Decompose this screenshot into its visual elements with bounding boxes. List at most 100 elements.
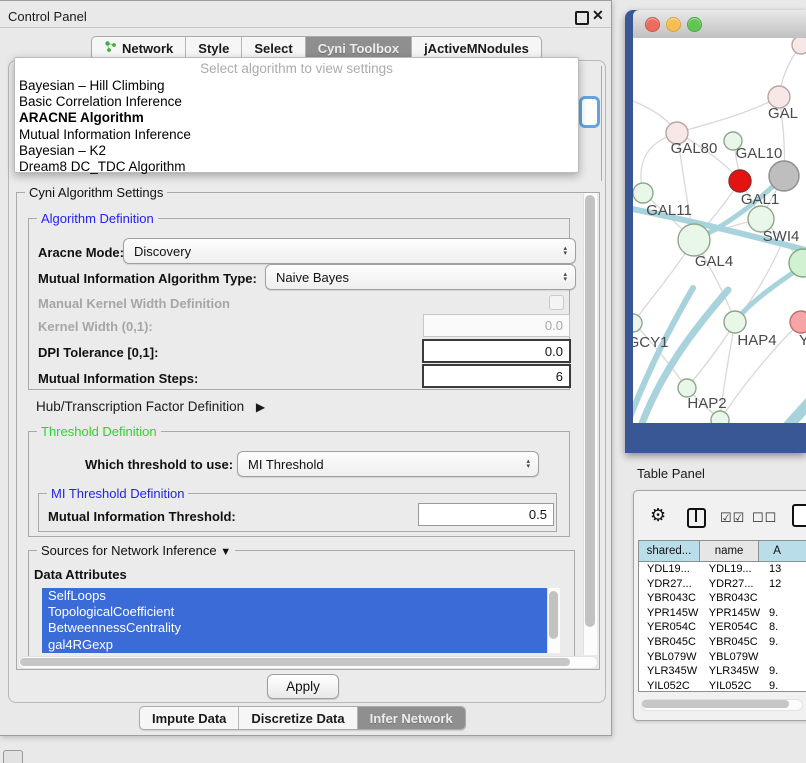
minimize-button[interactable] <box>666 17 681 32</box>
network-node[interactable] <box>729 170 751 192</box>
node-label-hap2: HAP2 <box>687 395 726 412</box>
list-scrollbar-thumb[interactable] <box>549 591 558 639</box>
column-header-name[interactable]: name <box>700 541 759 561</box>
table-row[interactable]: YER054CYER054C8. <box>639 620 806 635</box>
column-header-shared[interactable]: shared... <box>639 541 700 561</box>
table-row[interactable]: YBL079WYBL079W <box>639 650 806 665</box>
aracne-mode-label: Aracne Mode: <box>38 245 124 260</box>
table-cell: 9. <box>761 635 806 650</box>
mi-steps-field[interactable]: 6 <box>422 364 571 388</box>
tab-select-label: Select <box>254 41 292 56</box>
settings-scrollbar-thumb[interactable] <box>585 195 595 627</box>
table-cell: YBR043C <box>701 591 761 606</box>
attribute-item-gal4rgexp[interactable]: gal4RGexp <box>42 637 547 653</box>
node-table: shared...nameA YDL19...YDL19...13YDR27..… <box>638 540 806 692</box>
close-button[interactable] <box>645 17 660 32</box>
table-cell: YBL079W <box>701 650 761 665</box>
network-canvas[interactable]: GALGAL80GAL10GAL11GAL1SWI4GAL4GCY1HAP4YH… <box>633 38 806 423</box>
table-cell: YDL19... <box>639 562 701 577</box>
zoom-button[interactable] <box>687 17 702 32</box>
collapse-arrow-icon[interactable]: ▼ <box>220 546 231 558</box>
manual-kernel-checkbox[interactable] <box>549 295 564 310</box>
node-label-gal80: GAL80 <box>671 140 718 157</box>
tab-jactivemnodules-label: jActiveMNodules <box>424 41 529 56</box>
gear-icon[interactable]: ⚙ <box>650 505 666 526</box>
kernel-width-field[interactable]: 0.0 <box>423 314 570 337</box>
split-columns-icon[interactable] <box>687 508 706 528</box>
network-node[interactable] <box>633 183 653 203</box>
network-node[interactable] <box>792 38 806 54</box>
column-header-a[interactable]: A <box>759 541 806 561</box>
mi-threshold-group-title: MI Threshold Definition <box>47 486 188 501</box>
table-panel-title: Table Panel <box>637 466 705 481</box>
mi-type-combo[interactable]: Naive Bayes ▴▾ <box>265 264 576 290</box>
aracne-mode-combo[interactable]: Discovery ▴▾ <box>123 238 576 264</box>
table-row[interactable]: YLR345WYLR345W9. <box>639 664 806 679</box>
table-row[interactable]: YBR043CYBR043C <box>639 591 806 606</box>
table-row[interactable]: YPR145WYPR145W9. <box>639 606 806 621</box>
checked-columns-icon[interactable]: ☑☑ <box>720 510 745 526</box>
settings-hscrollbar-thumb[interactable] <box>20 658 570 666</box>
table-row[interactable]: YDL19...YDL19...13 <box>639 562 806 577</box>
which-threshold-combo[interactable]: MI Threshold ▴▾ <box>237 451 539 477</box>
algorithm-option-bayesian-k2[interactable]: Bayesian – K2 <box>15 143 578 159</box>
focused-combo-fragment[interactable] <box>579 96 600 128</box>
table-cell: 8. <box>761 620 806 635</box>
table-header-row: shared...nameA <box>639 541 806 562</box>
table-body: YDL19...YDL19...13YDR27...YDR27...12YBR0… <box>639 562 806 692</box>
threshold-definition-title: Threshold Definition <box>37 424 161 439</box>
control-panel-titlebar[interactable] <box>0 0 611 28</box>
bottom-left-widget-fragment[interactable] <box>3 750 23 763</box>
node-label-gal: GAL <box>768 105 798 122</box>
algorithm-option-basic-correlation-inference[interactable]: Basic Correlation Inference <box>15 94 578 110</box>
tab-style[interactable]: Style <box>186 37 242 59</box>
float-window-icon[interactable] <box>575 11 589 25</box>
unchecked-columns-icon[interactable]: ☐☐ <box>752 510 777 526</box>
attribute-item-topologicalcoefficient[interactable]: TopologicalCoefficient <box>42 604 547 620</box>
table-row[interactable]: YIL052CYIL052C9. <box>639 679 806 692</box>
algorithm-option-mutual-information-inference[interactable]: Mutual Information Inference <box>15 127 578 143</box>
apply-button[interactable]: Apply <box>267 674 339 699</box>
network-node[interactable] <box>711 411 729 423</box>
spinner-icon: ▴▾ <box>526 459 538 469</box>
algorithm-option-aracne-algorithm[interactable]: ARACNE Algorithm <box>15 110 578 126</box>
dpi-tolerance-label: DPI Tolerance [0,1]: <box>38 345 158 360</box>
table-cell: YLR345W <box>639 664 701 679</box>
close-window-icon[interactable]: ✕ <box>592 7 604 24</box>
dpi-tolerance-field[interactable]: 0.0 <box>422 339 571 363</box>
network-node-labels: GALGAL80GAL10GAL11GAL1SWI4GAL4GCY1HAP4YH… <box>633 105 806 412</box>
hub-expander[interactable]: Hub/Transcription Factor Definition ▶ <box>36 399 265 414</box>
bottom-tab-impute-data[interactable]: Impute Data <box>140 707 239 729</box>
mi-type-label: Mutual Information Algorithm Type: <box>38 271 257 286</box>
sources-title-label[interactable]: Sources for Network Inference <box>41 543 217 558</box>
mi-threshold-field[interactable]: 0.5 <box>418 503 554 526</box>
tab-style-label: Style <box>198 41 229 56</box>
tab-cyni-toolbox[interactable]: Cyni Toolbox <box>306 37 412 59</box>
attribute-item-selfloops[interactable]: SelfLoops <box>42 588 547 604</box>
tab-jactivemnodules[interactable]: jActiveMNodules <box>412 37 541 59</box>
algorithm-option-bayesian-hill-climbing[interactable]: Bayesian – Hill Climbing <box>15 78 578 94</box>
expander-arrow-icon: ▶ <box>248 400 265 414</box>
table-cell <box>761 650 806 665</box>
table-row[interactable]: YBR045CYBR045C9. <box>639 635 806 650</box>
which-threshold-value: MI Threshold <box>248 457 526 472</box>
network-node[interactable] <box>790 311 806 333</box>
table-icon[interactable] <box>792 504 806 527</box>
mi-type-value: Naive Bayes <box>276 270 563 285</box>
bottom-tab-discretize-data[interactable]: Discretize Data <box>239 707 357 729</box>
data-attributes-list[interactable]: SelfLoopsTopologicalCoefficientBetweenne… <box>42 588 547 653</box>
bottom-tab-infer-network[interactable]: Infer Network <box>358 707 465 729</box>
network-node[interactable] <box>724 311 746 333</box>
table-cell: YBR043C <box>639 591 701 606</box>
algorithm-option-dream8-dc-tdc-algorithm[interactable]: Dream8 DC_TDC Algorithm <box>15 159 578 175</box>
tab-network[interactable]: Network <box>92 37 186 59</box>
table-hscrollbar-thumb[interactable] <box>642 700 789 708</box>
network-node[interactable] <box>769 161 799 191</box>
network-node[interactable] <box>678 224 710 256</box>
attribute-item-betweennesscentrality[interactable]: BetweennessCentrality <box>42 620 547 636</box>
data-attributes-label: Data Attributes <box>34 567 127 582</box>
table-row[interactable]: YDR27...YDR27...12 <box>639 577 806 592</box>
network-node[interactable] <box>633 314 642 332</box>
bottom-tab-discretize-data-label: Discretize Data <box>251 711 344 726</box>
tab-select[interactable]: Select <box>242 37 305 59</box>
